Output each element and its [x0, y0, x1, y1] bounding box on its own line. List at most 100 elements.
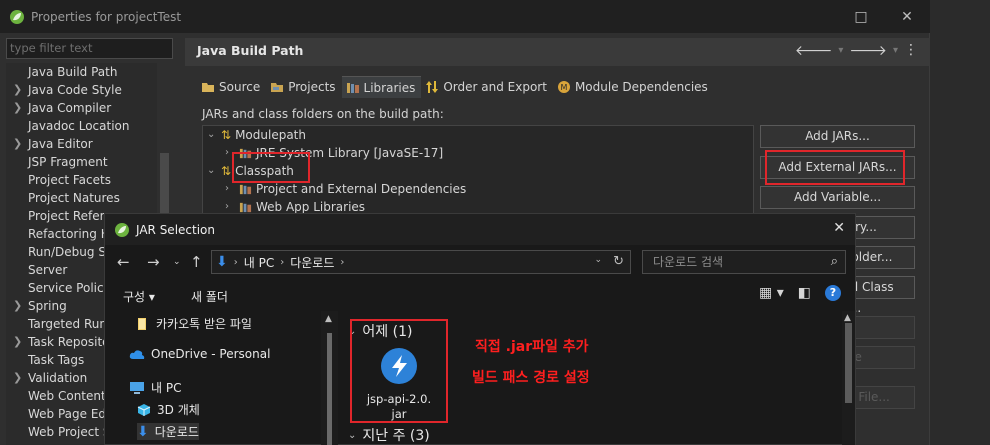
nav-item-java-editor[interactable]: ❯ Java Editor	[6, 135, 165, 153]
module-icon: M	[557, 81, 570, 93]
organize-menu[interactable]: 구성 ▾	[123, 288, 155, 305]
dialog-title: JAR Selection	[136, 222, 215, 237]
collapse-chevron-icon[interactable]: ⌄	[207, 126, 217, 144]
scroll-up-icon[interactable]: ▲	[325, 314, 332, 324]
spring-leaf-icon	[10, 9, 24, 24]
nav-item-java-build-path[interactable]: Java Build Path	[6, 63, 165, 81]
scrollbar-thumb[interactable]	[327, 333, 332, 445]
folder-icon	[138, 317, 146, 330]
tab-projects[interactable]: Projects	[266, 76, 341, 98]
expand-arrow-icon[interactable]: ❯	[13, 99, 22, 117]
forward-menu-icon[interactable]: ▾	[893, 45, 898, 59]
nav-pane-item-onedrive[interactable]: OneDrive - Personal	[129, 347, 270, 361]
new-folder-button[interactable]: 새 폴더	[191, 288, 228, 305]
maximize-button[interactable]: □	[838, 0, 884, 33]
search-input[interactable]: 다운로드 검색 ⌕	[642, 250, 846, 274]
jar-selection-dialog: JAR Selection ✕ ← → ⌄ ↑ ⬇ › 내 PC › 다운로드 …	[104, 213, 856, 445]
nav-item-project-facets[interactable]: Project Facets	[6, 171, 165, 189]
source-folder-icon	[202, 83, 214, 92]
address-dropdown-icon[interactable]: ⌄	[594, 255, 602, 265]
nav-pane-item-kakaotalk-files[interactable]: 카카오톡 받은 파일	[137, 315, 252, 332]
back-arrow-icon[interactable]: ←	[117, 253, 130, 271]
build-path-tabs: Source Projects Libraries Order and Expo…	[197, 76, 714, 98]
breadcrumb-separator-icon: ›	[340, 256, 345, 268]
onedrive-icon	[129, 349, 145, 359]
annotation-build-path: 빌드 패스 경로 설정	[472, 370, 590, 386]
address-bar[interactable]: ⬇ › 내 PC › 다운로드 › ⌄ ↻	[211, 250, 631, 274]
nav-pane-item-downloads[interactable]: ⬇ 다운로드	[137, 423, 199, 440]
scrollbar-thumb[interactable]	[845, 323, 852, 403]
nav-item-java-code-style[interactable]: ❯ Java Code Style	[6, 81, 165, 99]
breadcrumb-my-pc[interactable]: 내 PC	[244, 254, 274, 271]
annotation-add-jar: 직접 .jar파일 추가	[475, 339, 589, 355]
dialog-titlebar: JAR Selection ✕	[105, 214, 855, 245]
expand-arrow-icon[interactable]: ❯	[13, 81, 22, 99]
library-icon	[239, 184, 252, 194]
filter-input[interactable]: type filter text	[6, 38, 173, 59]
svg-text:M: M	[561, 83, 568, 92]
navigation-pane: 카카오톡 받은 파일 OneDrive - Personal 내 PC 3D 개…	[105, 311, 338, 445]
page-header: Java Build Path 🡐 ▾ 🡒 ▾ ⋮	[185, 38, 930, 66]
close-icon[interactable]: ✕	[833, 220, 845, 236]
downloads-arrow-icon: ⬇	[216, 254, 228, 270]
scroll-up-icon[interactable]: ▲	[844, 313, 851, 323]
close-button[interactable]: ✕	[884, 0, 930, 33]
order-export-icon	[426, 81, 439, 93]
preview-pane-icon[interactable]: ◧	[798, 285, 811, 301]
collapse-chevron-icon[interactable]: ⌄	[207, 162, 217, 180]
group-header-last-week[interactable]: ⌄ 지난 주 (3)	[348, 425, 430, 445]
path-group-icon: ⇅	[221, 128, 232, 142]
help-icon[interactable]: ?	[825, 285, 841, 301]
downloads-arrow-icon: ⬇	[137, 423, 149, 440]
breadcrumb-downloads[interactable]: 다운로드	[290, 254, 334, 271]
collapse-chevron-icon[interactable]: ⌄	[348, 430, 356, 441]
classpath-highlight	[232, 152, 310, 183]
tab-module-dependencies[interactable]: M Module Dependencies	[553, 76, 714, 98]
spring-leaf-icon	[115, 222, 129, 237]
pc-icon	[130, 382, 144, 394]
nav-pane-item-3d-objects[interactable]: 3D 개체	[137, 401, 200, 418]
background-strip	[930, 0, 990, 445]
path-group-icon: ⇅	[221, 164, 232, 178]
up-arrow-icon[interactable]: ↑	[190, 253, 203, 271]
back-arrow-icon[interactable]: 🡐	[795, 42, 833, 59]
screen: Properties for projectTest □ ✕ type filt…	[0, 0, 990, 445]
forward-arrow-icon[interactable]: 🡒	[849, 42, 887, 59]
add-external-jars-highlight	[765, 150, 905, 185]
window-title: Properties for projectTest	[31, 9, 182, 24]
breadcrumb-separator-icon: ›	[280, 256, 285, 268]
nav-pane-item-my-pc[interactable]: 내 PC	[129, 379, 181, 396]
nav-item-jsp-fragment[interactable]: JSP Fragment	[6, 153, 165, 171]
jars-label: JARs and class folders on the build path…	[202, 107, 444, 121]
breadcrumb-separator-icon: ›	[233, 256, 238, 268]
recent-locations-icon[interactable]: ⌄	[173, 257, 181, 267]
expand-arrow-icon[interactable]: ❯	[13, 297, 22, 315]
library-icon	[239, 202, 252, 212]
back-menu-icon[interactable]: ▾	[838, 45, 843, 59]
refresh-icon[interactable]: ↻	[613, 254, 624, 269]
forward-arrow-icon[interactable]: →	[147, 253, 160, 271]
window-titlebar: Properties for projectTest □ ✕	[0, 0, 930, 33]
libraries-icon	[346, 82, 359, 93]
expand-arrow-icon[interactable]: ❯	[13, 135, 22, 153]
view-options-icon[interactable]: ▦ ▾	[759, 285, 784, 301]
add-jars-button[interactable]: Add JARs...	[760, 125, 915, 148]
view-menu-icon[interactable]: ⋮	[904, 42, 918, 59]
add-variable-button[interactable]: Add Variable...	[760, 186, 915, 209]
expand-arrow-icon[interactable]: ❯	[13, 333, 22, 351]
3d-objects-icon	[137, 403, 151, 416]
jar-file-highlight	[350, 319, 448, 423]
tab-order-and-export[interactable]: Order and Export	[421, 76, 553, 98]
tree-item-modulepath[interactable]: ⌄ ⇅ Modulepath	[207, 126, 306, 144]
tab-libraries[interactable]: Libraries	[341, 76, 422, 98]
nav-item-project-natures[interactable]: Project Natures	[6, 189, 165, 207]
file-list-scrollbar[interactable]: ▲	[842, 311, 855, 445]
projects-icon	[271, 83, 284, 92]
navigation-scrollbar[interactable]: ▲	[321, 311, 338, 445]
nav-item-javadoc-location[interactable]: Javadoc Location	[6, 117, 165, 135]
tab-source[interactable]: Source	[197, 76, 266, 98]
search-icon: ⌕	[830, 254, 838, 269]
address-row: ← → ⌄ ↑ ⬇ › 내 PC › 다운로드 › ⌄ ↻ 다운로드 검색 ⌕	[105, 247, 855, 277]
nav-item-java-compiler[interactable]: ❯ Java Compiler	[6, 99, 165, 117]
expand-arrow-icon[interactable]: ❯	[13, 369, 22, 387]
